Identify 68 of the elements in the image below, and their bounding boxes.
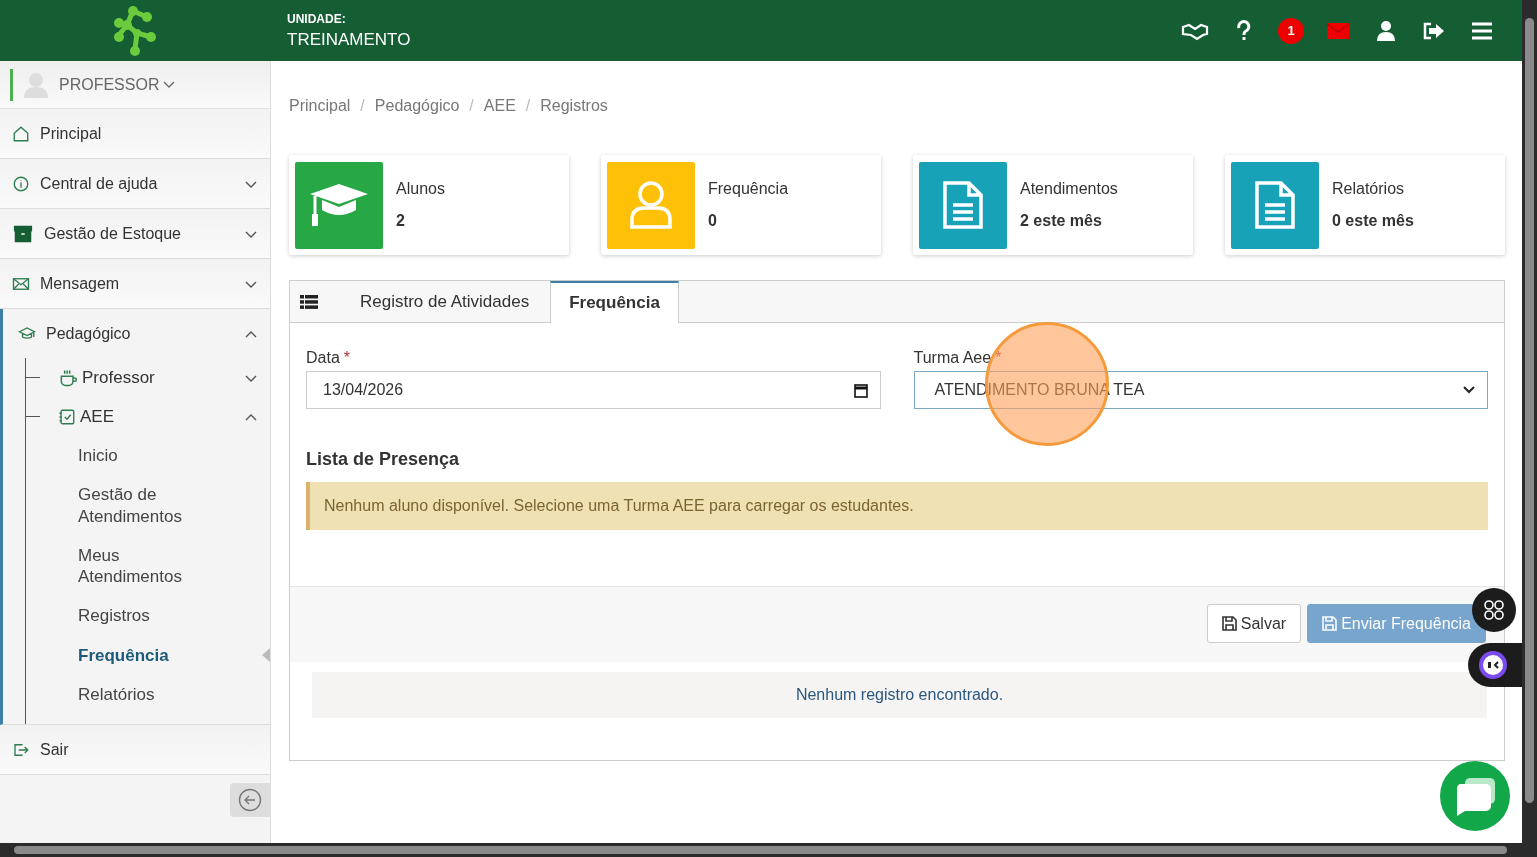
section-title: Lista de Presença	[306, 449, 461, 470]
calendar-icon	[853, 382, 868, 398]
breadcrumb-link[interactable]: Principal	[289, 97, 351, 119]
home-icon	[12, 124, 30, 143]
chevron-icon	[244, 411, 258, 422]
stat-value: 0	[708, 212, 718, 230]
archive-icon	[12, 223, 34, 244]
stat-title: Relatórios	[1332, 180, 1406, 198]
submenu-item-label: AEE	[80, 406, 115, 427]
sidebar-item-label: Pedagógico	[46, 324, 131, 343]
breadcrumb-link[interactable]: AEE	[483, 97, 516, 119]
logo-icon	[111, 4, 159, 57]
unit-name: TREINAMENTO	[287, 29, 411, 50]
profile-dropdown[interactable]: PROFESSOR	[59, 75, 176, 94]
submenu-item-label: Professor	[82, 367, 155, 388]
breadcrumb-separator: /	[469, 97, 474, 116]
submenu-link[interactable]: Registros	[26, 596, 270, 636]
collapse-sidebar-button[interactable]	[230, 783, 270, 817]
avatar-icon	[23, 71, 49, 98]
list-icon	[300, 294, 318, 309]
unit-label: UNIDADE:	[287, 11, 347, 26]
empty-message: Nenhum registro encontrado.	[312, 672, 1487, 718]
document-icon	[942, 180, 984, 230]
submenu-link[interactable]: Relatórios	[26, 674, 270, 714]
field-label: Data	[306, 349, 340, 367]
breadcrumb-link[interactable]: Pedagógico	[374, 97, 460, 119]
caret-icon	[1463, 386, 1475, 394]
vertical-scrollbar[interactable]	[1522, 0, 1537, 843]
stat-title: Frequência	[708, 180, 789, 198]
stat-value: 0 este mês	[1332, 212, 1414, 230]
chevron-icon	[163, 80, 176, 89]
breadcrumb-link[interactable]: Registros	[540, 97, 608, 119]
submenu-item[interactable]: Professor	[26, 358, 270, 397]
chevron-icon	[244, 328, 258, 339]
tab[interactable]: Frequência	[550, 281, 679, 323]
submenu-link[interactable]: Meus Atendimentos	[26, 535, 270, 597]
required-asterisk: *	[995, 349, 1002, 367]
tab[interactable]: Registro de Atividades	[360, 281, 551, 322]
sidebar-item-label: Gestão de Estoque	[44, 224, 181, 243]
notification-badge[interactable]: 1	[1278, 17, 1304, 44]
sidebar-item-label: Principal	[40, 124, 102, 143]
save-button[interactable]: Salvar	[1206, 604, 1302, 643]
submenu-link[interactable]: Inicio	[26, 436, 270, 476]
field-label: Turma Aee	[913, 349, 992, 367]
submenu-link[interactable]: Gestão de Atendimentos	[26, 475, 270, 536]
document-icon	[1254, 180, 1296, 230]
warning-alert: Nenhum aluno disponível. Selecione uma Turma AEE para carregar os estudantes.	[306, 482, 1488, 530]
sidebar-item-label: Sair	[40, 740, 69, 759]
sidebar-item-label: Mensagem	[40, 274, 120, 293]
graduation-cap-icon	[308, 182, 370, 228]
sidebar-item[interactable]: Pedagógico	[3, 309, 270, 358]
stat-value: 2 este mês	[1020, 212, 1103, 230]
horizontal-scrollbar[interactable]	[0, 843, 1537, 857]
stat-title: Atendimentos	[1020, 180, 1118, 198]
stat-title: Alunos	[396, 180, 445, 198]
date-field[interactable]: 13/04/2026	[306, 371, 881, 409]
assistant-button[interactable]	[1468, 643, 1522, 687]
sidebar-item-label: Central de ajuda	[40, 174, 158, 193]
breadcrumb-separator: /	[360, 97, 365, 116]
checklist-icon	[58, 407, 76, 426]
submenu-item[interactable]: AEE	[26, 397, 270, 436]
four-circles-icon	[1483, 599, 1505, 621]
stat-value: 2	[396, 212, 406, 230]
user-icon	[629, 180, 673, 230]
info-icon	[12, 174, 30, 193]
robot-face-icon	[1478, 650, 1508, 680]
breadcrumb-separator: /	[525, 97, 531, 116]
required-asterisk: *	[343, 349, 351, 367]
